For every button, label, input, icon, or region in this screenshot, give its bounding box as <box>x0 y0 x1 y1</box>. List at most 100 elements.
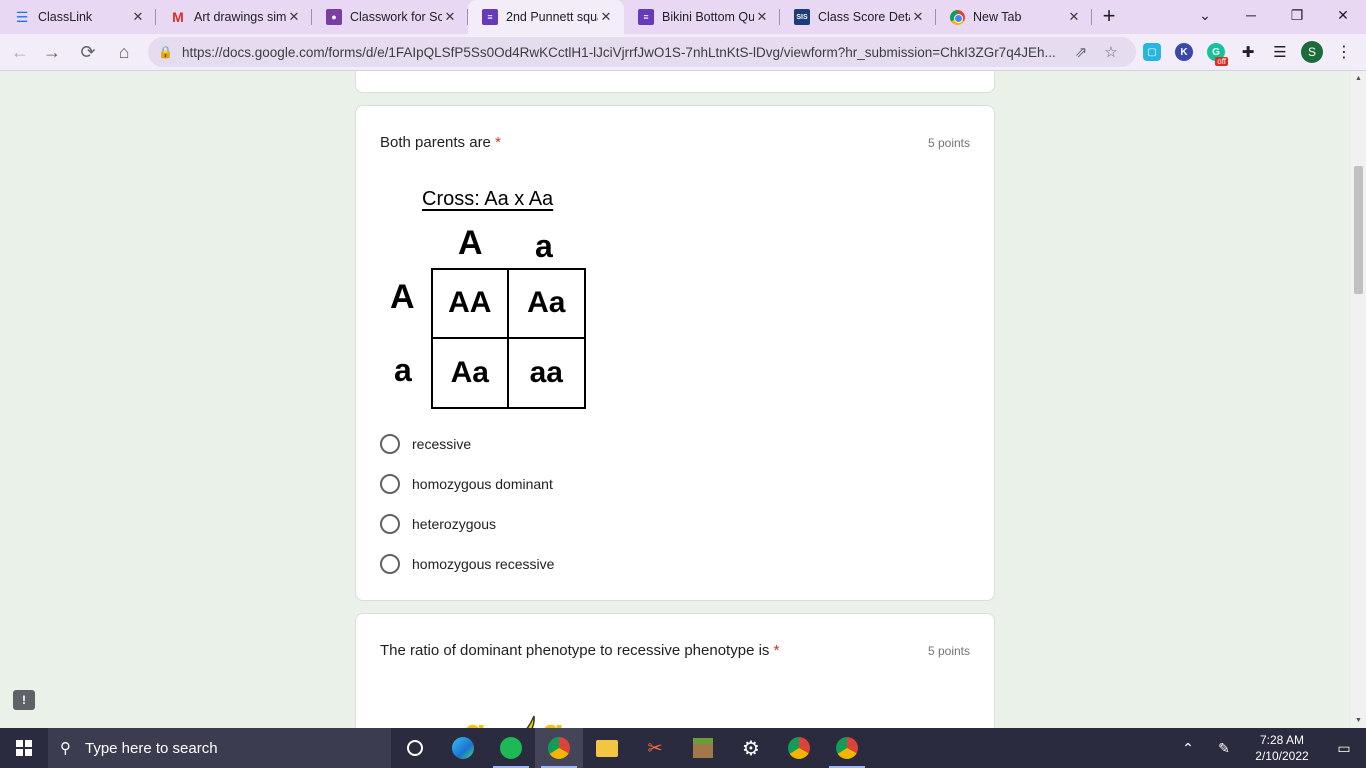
side-allele: a <box>394 352 412 388</box>
close-window-icon[interactable]: ✕ <box>1320 0 1366 30</box>
radio-button[interactable] <box>380 434 400 454</box>
clock-time: 7:28 AM <box>1259 733 1305 747</box>
option-homozygous-dominant[interactable]: homozygous dominant <box>380 464 554 504</box>
option-label[interactable]: homozygous recessive <box>412 556 554 572</box>
radio-button[interactable] <box>380 514 400 534</box>
tab-punnett-form[interactable]: ≡ 2nd Punnett square ✕ <box>468 0 624 34</box>
chrome-button[interactable] <box>775 728 823 768</box>
extension-grammarly[interactable]: G off <box>1200 36 1232 68</box>
sis-icon: SIS <box>794 9 810 25</box>
restore-icon[interactable]: ❐ <box>1274 0 1320 30</box>
address-bar[interactable]: 🔒 https://docs.google.com/forms/d/e/1FAI… <box>148 37 1136 67</box>
start-button[interactable] <box>0 728 48 768</box>
extension-k[interactable]: K <box>1168 36 1200 68</box>
extensions-button[interactable]: ✚ <box>1232 36 1264 68</box>
scroll-up-icon[interactable]: ▲ <box>1354 75 1363 82</box>
close-icon[interactable]: ✕ <box>286 9 302 25</box>
punnett-grid: AA Aa Aa aa <box>431 268 586 409</box>
tab-search-icon[interactable]: ⌄ <box>1182 0 1228 30</box>
tab-title: Class Score Details <box>818 10 910 24</box>
reload-button[interactable]: ⟳ <box>72 36 104 68</box>
tab-new-tab[interactable]: New Tab ✕ <box>936 0 1092 34</box>
punnett-cell: aa <box>529 355 563 389</box>
home-button[interactable]: ⌂ <box>108 36 140 68</box>
spotify-icon <box>500 737 522 759</box>
profile-button[interactable]: S <box>1296 36 1328 68</box>
answer-options: recessive homozygous dominant heterozygo… <box>380 424 554 584</box>
edge-button[interactable] <box>439 728 487 768</box>
cast-extension-icon: ▢ <box>1143 43 1161 61</box>
close-icon[interactable]: ✕ <box>1066 9 1082 25</box>
minimize-icon[interactable]: ─ <box>1228 0 1274 30</box>
forms-icon: ≡ <box>482 9 498 25</box>
tab-title: Art drawings simple <box>194 10 286 24</box>
option-label[interactable]: heterozygous <box>412 516 496 532</box>
forward-button[interactable]: → <box>36 36 68 68</box>
radio-button[interactable] <box>380 474 400 494</box>
top-allele: A <box>458 224 483 262</box>
tab-title: 2nd Punnett square <box>506 10 598 24</box>
option-heterozygous[interactable]: heterozygous <box>380 504 554 544</box>
avatar: S <box>1301 41 1323 63</box>
minecraft-button[interactable] <box>679 728 727 768</box>
question-text: The ratio of dominant phenotype to reces… <box>380 642 770 659</box>
chrome-icon <box>836 737 858 759</box>
side-allele: A <box>390 278 415 316</box>
media-button[interactable]: ☰ <box>1264 36 1296 68</box>
cortana-button[interactable] <box>391 728 439 768</box>
chrome-profile-button[interactable] <box>535 728 583 768</box>
scroll-down-icon[interactable]: ▼ <box>1354 717 1363 724</box>
close-icon[interactable]: ✕ <box>754 9 770 25</box>
tab-class-score[interactable]: SIS Class Score Details ✕ <box>780 0 936 34</box>
report-feedback-button[interactable]: ! <box>13 690 35 710</box>
tab-title: New Tab <box>973 10 1022 24</box>
close-icon[interactable]: ✕ <box>598 9 614 25</box>
scroll-thumb[interactable] <box>1354 166 1363 294</box>
taskbar-search[interactable]: ⚲ Type here to search <box>48 728 391 768</box>
new-tab-button[interactable]: + <box>1092 0 1126 34</box>
chevron-up-icon[interactable]: ⌃ <box>1170 740 1206 757</box>
previous-question-card <box>355 71 995 93</box>
tab-classlink[interactable]: ☰ ClassLink ✕ <box>0 0 156 34</box>
close-icon[interactable]: ✕ <box>130 9 146 25</box>
tab-bikini-bottom[interactable]: ≡ Bikini Bottom Quiz ✕ <box>624 0 780 34</box>
tab-gmail[interactable]: M Art drawings simple ✕ <box>156 0 312 34</box>
browser-toolbar: ← → ⟳ ⌂ 🔒 https://docs.google.com/forms/… <box>0 34 1366 71</box>
media-list-icon: ☰ <box>1273 44 1287 61</box>
classroom-icon: ● <box>326 9 342 25</box>
file-explorer-button[interactable] <box>583 728 631 768</box>
clock[interactable]: 7:28 AM 2/10/2022 <box>1242 732 1322 764</box>
close-icon[interactable]: ✕ <box>442 9 458 25</box>
chrome-icon <box>788 737 810 759</box>
search-placeholder[interactable]: Type here to search <box>85 740 218 757</box>
chrome-icon <box>950 9 965 25</box>
radio-button[interactable] <box>380 554 400 574</box>
settings-button[interactable]: ⚙ <box>727 728 775 768</box>
extension-cast[interactable]: ▢ <box>1136 36 1168 68</box>
spotify-button[interactable] <box>487 728 535 768</box>
tab-classroom[interactable]: ● Classwork for Science ✕ <box>312 0 468 34</box>
lock-icon[interactable]: 🔒 <box>158 45 178 59</box>
punnett-cell: Aa <box>508 270 584 339</box>
page-scrollbar[interactable]: ▲ ▼ <box>1351 71 1366 728</box>
windows-taskbar: ⚲ Type here to search ✂ ⚙ ⌃ ✎ 7:28 AM 2/… <box>0 728 1366 768</box>
cross-title: Cross: Aa x Aa <box>422 188 554 210</box>
close-icon[interactable]: ✕ <box>910 9 926 25</box>
k-extension-icon: K <box>1175 43 1193 61</box>
chrome-button[interactable] <box>823 728 871 768</box>
snip-tool-button[interactable]: ✂ <box>631 728 679 768</box>
option-label[interactable]: recessive <box>412 436 471 452</box>
pen-icon[interactable]: ✎ <box>1206 740 1242 757</box>
menu-button[interactable]: ⋮ <box>1328 36 1360 68</box>
tab-strip: ☰ ClassLink ✕ M Art drawings simple ✕ ● … <box>0 0 1366 34</box>
share-icon[interactable]: ⇗ <box>1066 43 1096 61</box>
option-homozygous-recessive[interactable]: homozygous recessive <box>380 544 554 584</box>
url-text[interactable]: https://docs.google.com/forms/d/e/1FAIpQ… <box>182 45 1066 60</box>
notification-icon[interactable]: ▭ <box>1322 740 1366 757</box>
option-label[interactable]: homozygous dominant <box>412 476 553 492</box>
back-button[interactable]: ← <box>4 36 36 68</box>
window-controls: ⌄ ─ ❐ ✕ <box>1182 0 1366 30</box>
scissors-icon: ✂ <box>647 737 663 758</box>
bookmark-star-icon[interactable]: ☆ <box>1096 43 1126 61</box>
option-recessive[interactable]: recessive <box>380 424 554 464</box>
